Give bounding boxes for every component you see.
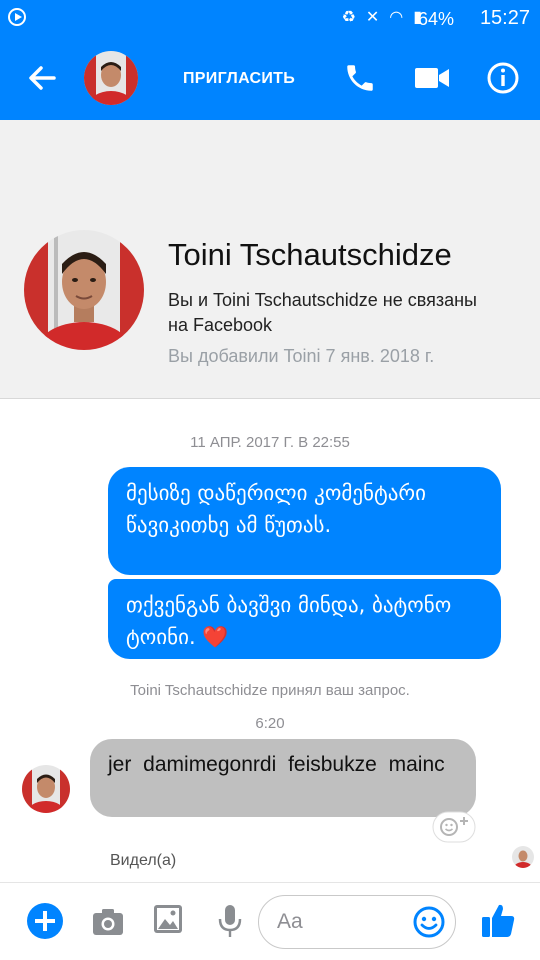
add-reaction-icon[interactable] bbox=[432, 811, 476, 843]
message-thread[interactable]: 11 АПР. 2017 Г. В 22:55 მესიზე დაწერილი … bbox=[0, 399, 540, 882]
date-header: 11 АПР. 2017 Г. В 22:55 bbox=[190, 434, 350, 451]
message-text: მესიზე დაწერილი კომენტარი წავიკითხე ამ წ… bbox=[126, 481, 426, 537]
battery-percent: 64% bbox=[417, 9, 454, 29]
play-icon bbox=[8, 8, 26, 26]
seen-avatar bbox=[512, 846, 534, 868]
added-date: Вы добавили Toini 7 янв. 2018 г. bbox=[168, 346, 435, 366]
contact-name: Toini Tschautschidze bbox=[168, 237, 452, 272]
incoming-message[interactable]: jer damimegonrdi feisbukze mainc bbox=[90, 739, 476, 817]
outgoing-message[interactable]: თქვენგან ბავშვი მინდა, ბატონო ტოინი. ❤️ bbox=[108, 579, 501, 659]
invite-button[interactable]: ПРИГЛАСИТЬ bbox=[183, 70, 295, 88]
sender-avatar[interactable] bbox=[22, 765, 70, 813]
heart-emoji: ❤️ bbox=[202, 625, 229, 649]
info-icon[interactable] bbox=[486, 61, 520, 95]
message-composer: Aa bbox=[0, 882, 540, 960]
profile-avatar[interactable] bbox=[24, 230, 144, 350]
mute-icon: ✕ bbox=[365, 7, 380, 26]
microphone-icon[interactable] bbox=[217, 903, 243, 939]
contact-profile-card: Toini Tschautschidze Вы и Toini Tschauts… bbox=[0, 120, 540, 398]
video-call-icon[interactable] bbox=[414, 65, 450, 91]
camera-icon[interactable] bbox=[91, 905, 125, 939]
gallery-icon[interactable] bbox=[152, 903, 184, 935]
message-text: jer damimegonrdi feisbukze mainc bbox=[108, 753, 445, 776]
recycle-icon: ♻ bbox=[341, 7, 356, 26]
status-bar: ♻ ✕ ◠ ▮ 64% 15:27 bbox=[0, 0, 540, 36]
clock: 15:27 bbox=[479, 7, 530, 29]
contact-avatar[interactable] bbox=[84, 51, 138, 105]
add-more-icon[interactable] bbox=[27, 903, 63, 939]
message-text: თქვენგან ბავშვი მინდა, ბატონო ტოინი. bbox=[126, 593, 452, 649]
thumbs-up-icon[interactable] bbox=[480, 901, 516, 939]
seen-label: Видел(а) bbox=[110, 852, 177, 869]
system-message: Toini Tschautschidze принял ваш запрос. bbox=[130, 682, 410, 699]
conversation-header: ПРИГЛАСИТЬ bbox=[0, 36, 540, 120]
phone-call-icon[interactable] bbox=[343, 61, 377, 95]
time-marker: 6:20 bbox=[255, 715, 285, 732]
wifi-icon: ◠ bbox=[389, 7, 404, 26]
back-arrow-icon[interactable] bbox=[24, 60, 60, 96]
connection-status: Вы и Toini Tschautschidze не связаны на … bbox=[168, 290, 477, 335]
outgoing-message[interactable]: მესიზე დაწერილი კომენტარი წავიკითხე ამ წ… bbox=[108, 467, 501, 575]
emoji-icon[interactable] bbox=[412, 905, 446, 939]
